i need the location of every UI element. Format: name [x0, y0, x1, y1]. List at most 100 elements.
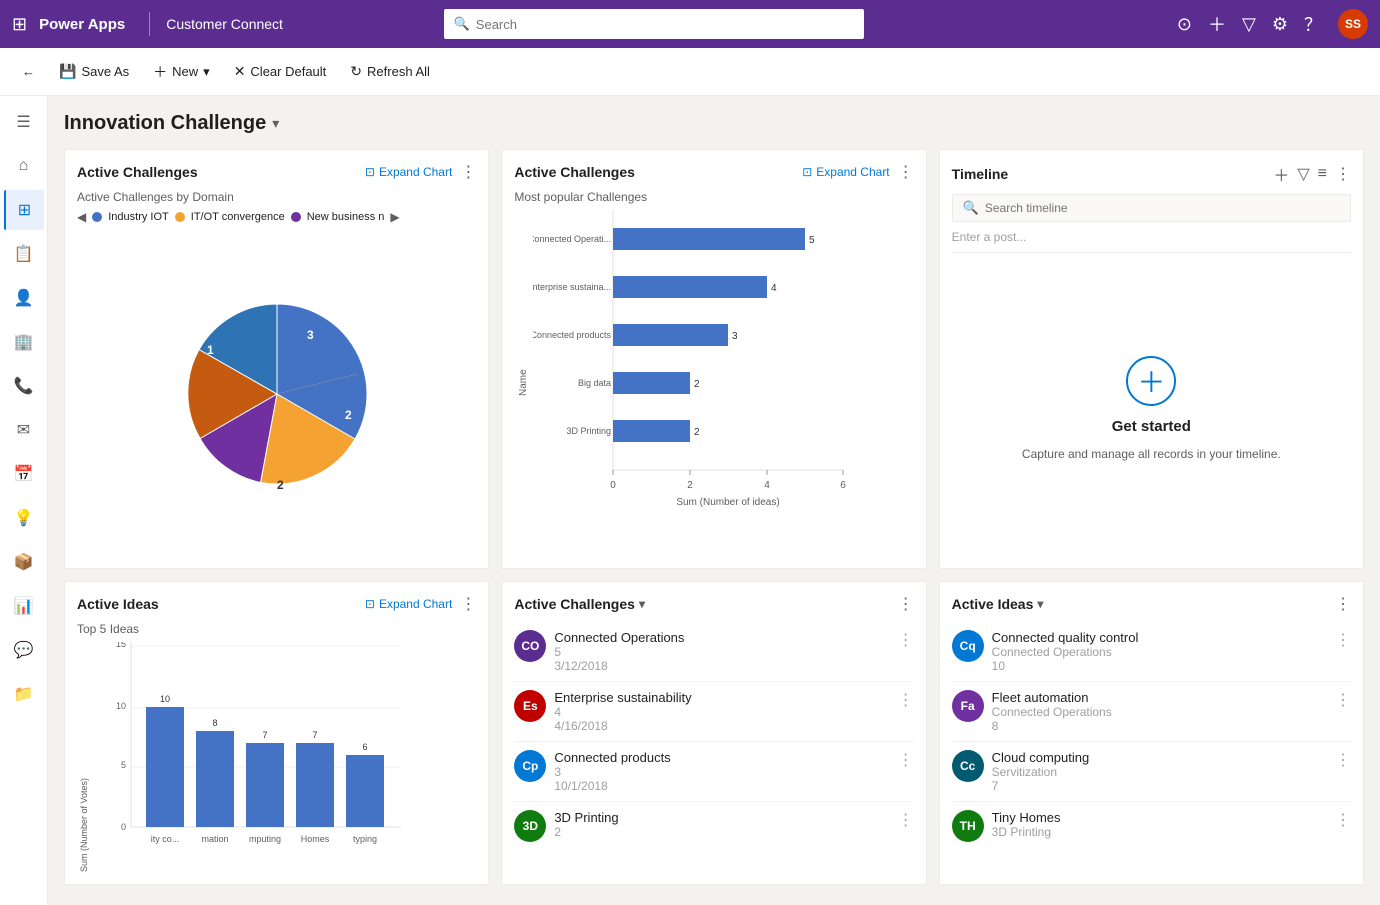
list-item[interactable]: EsEnterprise sustainability44/16/2018⋮ [514, 682, 913, 742]
sidebar-item-dashboard[interactable]: ⊞ [4, 190, 44, 230]
list-item[interactable]: COConnected Operations53/12/2018⋮ [514, 622, 913, 682]
timeline-search-input[interactable] [985, 201, 1340, 215]
list-item-title: Connected Operations [554, 630, 889, 645]
help-icon[interactable]: ？ [1304, 11, 1322, 37]
page-header: Innovation Challenge ▾ [64, 112, 1364, 135]
card6-title: Active Ideas [952, 596, 1034, 612]
list-item-more-button[interactable]: ⋮ [898, 810, 914, 830]
svg-text:8: 8 [212, 718, 217, 728]
timeline-post-box[interactable]: Enter a post... [952, 230, 1351, 253]
legend-next-arrow[interactable]: ▶ [390, 210, 399, 224]
list-item[interactable]: 3D3D Printing2⋮ [514, 802, 913, 842]
list-item[interactable]: CqConnected quality controlConnected Ope… [952, 622, 1351, 682]
filter-icon[interactable]: ▽ [1242, 14, 1256, 35]
top-nav-icons: ⊙ ＋ ▽ ⚙ ？ SS [1177, 9, 1368, 39]
list-item-avatar: Cp [514, 750, 546, 782]
card1-header: Active Challenges ⊡ Expand Chart ⋮ [77, 162, 476, 182]
global-search-bar[interactable]: 🔍 [444, 9, 864, 39]
sidebar-item-phone[interactable]: 📞 [4, 366, 44, 406]
timeline-more-button[interactable]: ⋮ [1335, 164, 1351, 184]
list-item-sub2: 3/12/2018 [554, 659, 889, 673]
list-item-title: Enterprise sustainability [554, 690, 889, 705]
timeline-sort-button[interactable]: ≡ [1318, 165, 1327, 183]
list-item-more-button[interactable]: ⋮ [1335, 690, 1351, 710]
card4-more-button[interactable]: ⋮ [460, 594, 476, 614]
settings-icon[interactable]: ⚙ [1272, 14, 1288, 35]
clear-default-button[interactable]: ✕ Clear Default [224, 57, 337, 86]
card5-scroll-area[interactable]: COConnected Operations53/12/2018⋮EsEnter… [514, 622, 913, 842]
card4-expand-button[interactable]: ⊡ Expand Chart [365, 597, 452, 611]
card3-title: Timeline [952, 166, 1009, 182]
user-avatar[interactable]: SS [1338, 9, 1368, 39]
save-as-button[interactable]: 💾 Save As [49, 57, 139, 86]
sidebar-item-records[interactable]: 📋 [4, 234, 44, 274]
sidebar-item-chat[interactable]: 💬 [4, 630, 44, 670]
list-item-sub1: 4 [554, 705, 889, 719]
list-item[interactable]: CcCloud computingServitization7⋮ [952, 742, 1351, 802]
svg-text:Homes: Homes [301, 834, 330, 844]
legend-dot-1 [92, 212, 102, 222]
card2-subtitle: Most popular Challenges [514, 190, 913, 204]
timeline-search-bar[interactable]: 🔍 [952, 194, 1351, 222]
list-item-more-button[interactable]: ⋮ [1335, 750, 1351, 770]
sidebar-item-packages[interactable]: 📦 [4, 542, 44, 582]
list-item[interactable]: FaFleet automationConnected Operations8⋮ [952, 682, 1351, 742]
global-search-input[interactable] [476, 17, 854, 32]
back-button[interactable]: ← [12, 58, 45, 85]
card1-title: Active Challenges [77, 164, 198, 180]
save-icon: 💾 [59, 63, 76, 80]
list-item-sub2: 10/1/2018 [554, 779, 889, 793]
timeline-filter-button[interactable]: ▽ [1297, 164, 1309, 184]
card6-scroll-area[interactable]: CqConnected quality controlConnected Ope… [952, 622, 1351, 842]
active-ideas-list-card: Active Ideas ▾ ⋮ CqConnected quality con… [939, 581, 1364, 885]
svg-text:Connected Operati...: Connected Operati... [533, 234, 611, 244]
card6-chevron-icon[interactable]: ▾ [1037, 597, 1043, 611]
sidebar-item-contacts[interactable]: 👤 [4, 278, 44, 318]
sidebar-item-reports[interactable]: 📊 [4, 586, 44, 626]
card1-expand-button[interactable]: ⊡ Expand Chart [365, 165, 452, 179]
card6-title-row: Active Ideas ▾ [952, 596, 1044, 612]
svg-text:2: 2 [694, 427, 700, 438]
list-item-title: Tiny Homes [992, 810, 1327, 825]
list-item[interactable]: THTiny Homes3D Printing⋮ [952, 802, 1351, 842]
card2-expand-button[interactable]: ⊡ Expand Chart [802, 165, 889, 179]
list-item-more-button[interactable]: ⋮ [898, 690, 914, 710]
expand-icon: ⊡ [365, 165, 375, 179]
plus-icon[interactable]: ＋ [1208, 11, 1226, 37]
card1-more-button[interactable]: ⋮ [460, 162, 476, 182]
horizontal-bar-chart: Name 0 2 4 6 [514, 210, 913, 556]
list-item-more-button[interactable]: ⋮ [898, 750, 914, 770]
card4-y-label: Sum (Number of Votes) [77, 642, 91, 872]
sidebar-item-email[interactable]: ✉ [4, 410, 44, 450]
svg-text:mputing: mputing [249, 834, 281, 844]
legend-prev-arrow[interactable]: ◀ [77, 210, 86, 224]
refresh-all-button[interactable]: ↻ Refresh All [340, 57, 440, 86]
timeline-add-circle[interactable]: ＋ [1126, 356, 1176, 406]
list-item[interactable]: CpConnected products310/1/2018⋮ [514, 742, 913, 802]
active-challenges-pie-card: Active Challenges ⊡ Expand Chart ⋮ Activ… [64, 149, 489, 569]
list-item-sub1: Connected Operations [992, 705, 1327, 719]
list-item-more-button[interactable]: ⋮ [898, 630, 914, 650]
sidebar-item-home[interactable]: ⌂ [4, 146, 44, 186]
legend-dot-2 [175, 212, 185, 222]
app-name: Power Apps [39, 16, 125, 33]
sidebar-item-files[interactable]: 📁 [4, 674, 44, 714]
card2-more-button[interactable]: ⋮ [898, 162, 914, 182]
card6-more-button[interactable]: ⋮ [1335, 594, 1351, 614]
card1-legend: ◀ Industry IOT IT/OT convergence New bus… [77, 210, 476, 224]
sidebar-item-accounts[interactable]: 🏢 [4, 322, 44, 362]
sidebar-item-menu[interactable]: ☰ [4, 102, 44, 142]
list-item-more-button[interactable]: ⋮ [1335, 810, 1351, 830]
timeline-add-button[interactable]: ＋ [1273, 162, 1289, 186]
sidebar-item-ideas[interactable]: 💡 [4, 498, 44, 538]
page-title-chevron-icon[interactable]: ▾ [272, 115, 279, 132]
app-grid-icon[interactable]: ⊞ [12, 14, 27, 35]
list-item-more-button[interactable]: ⋮ [1335, 630, 1351, 650]
svg-text:typing: typing [353, 834, 377, 844]
sidebar-item-calendar[interactable]: 📅 [4, 454, 44, 494]
vbar-chart-svg: 15 10 5 0 10 ity co... [91, 642, 411, 872]
card5-more-button[interactable]: ⋮ [898, 594, 914, 614]
card5-chevron-icon[interactable]: ▾ [639, 597, 645, 611]
target-icon[interactable]: ⊙ [1177, 14, 1192, 35]
new-button[interactable]: ＋ New ▾ [143, 56, 220, 88]
